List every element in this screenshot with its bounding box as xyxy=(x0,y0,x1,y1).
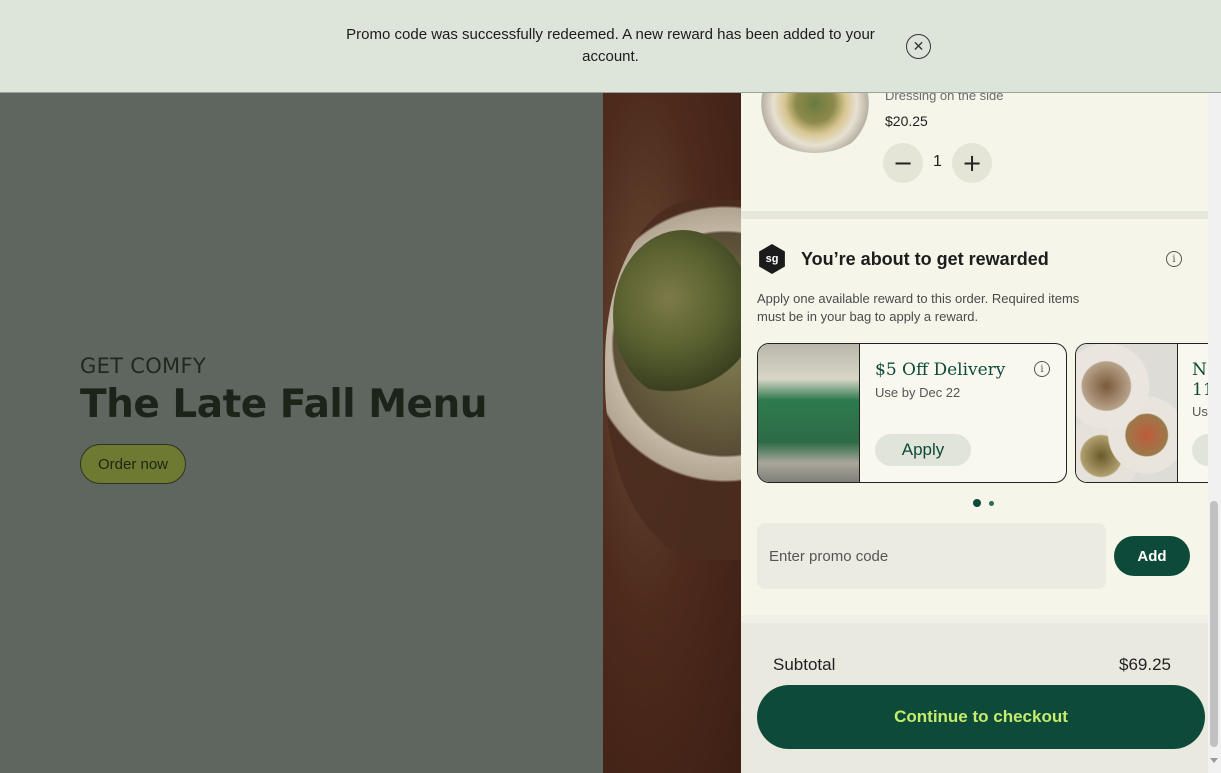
minus-icon: − xyxy=(892,149,914,177)
subtotal-value: $69.25 xyxy=(1119,655,1171,674)
apply-reward-button[interactable]: Apply xyxy=(875,434,971,466)
reward-card[interactable]: $5 Off Delivery Use by Dec 22 i Apply xyxy=(757,343,1067,483)
item-option: Dressing on the side xyxy=(885,93,1004,103)
bowls-image xyxy=(1076,344,1177,482)
item-price: $20.25 xyxy=(885,113,928,129)
scrollbar[interactable] xyxy=(1208,93,1221,773)
card-divider xyxy=(1177,344,1178,482)
hero-image xyxy=(603,0,743,773)
reward-card-expiry: Us xyxy=(1192,404,1208,419)
delivery-car-image xyxy=(758,344,859,482)
pagination-dot[interactable] xyxy=(989,500,994,506)
hero-headline: The Late Fall Menu xyxy=(80,382,488,427)
bowl-item-image xyxy=(757,93,873,153)
close-icon[interactable]: ✕ xyxy=(906,34,931,59)
salad-greens-image xyxy=(613,230,743,400)
cart-panel: Dressing on the side $20.25 − 1 + sg You… xyxy=(741,93,1208,773)
card-divider xyxy=(859,344,860,482)
reward-card-partial[interactable]: N11 Us xyxy=(1075,343,1208,483)
rewards-description: Apply one available reward to this order… xyxy=(757,291,1080,324)
reward-card-expiry: Use by Dec 22 xyxy=(875,385,961,400)
promo-code-input[interactable] xyxy=(757,523,1106,589)
subtotal-label: Subtotal xyxy=(773,655,836,674)
hero-eyebrow: GET COMFY xyxy=(80,354,206,378)
rewards-title: You’re about to get rewarded xyxy=(801,249,1049,269)
scrollbar-thumb[interactable] xyxy=(1210,501,1218,747)
continue-to-checkout-button[interactable]: Continue to checkout xyxy=(757,685,1205,749)
promo-success-banner: Promo code was successfully redeemed. A … xyxy=(0,0,1221,93)
reward-card-title: $5 Off Delivery xyxy=(875,360,1006,380)
scroll-down-icon[interactable] xyxy=(1210,758,1218,763)
apply-reward-button[interactable] xyxy=(1192,434,1208,466)
reward-card-title-line2: 11 xyxy=(1192,380,1208,400)
decrease-quantity-button[interactable]: − xyxy=(883,143,923,183)
reward-info-icon[interactable]: i xyxy=(1034,361,1050,377)
add-promo-button[interactable]: Add xyxy=(1114,536,1190,576)
reward-card-title: N11 xyxy=(1192,360,1208,400)
item-quantity: 1 xyxy=(933,153,942,170)
sg-logo-icon: sg xyxy=(759,244,785,274)
carousel-pagination xyxy=(973,499,994,507)
reward-card-title-line1: N xyxy=(1192,360,1207,380)
section-divider xyxy=(741,211,1208,219)
plus-icon: + xyxy=(961,149,983,177)
increase-quantity-button[interactable]: + xyxy=(952,143,992,183)
banner-message: Promo code was successfully redeemed. A … xyxy=(346,26,875,65)
hero-text: GET COMFY The Late Fall Menu xyxy=(80,354,488,427)
pagination-dot-active[interactable] xyxy=(973,499,981,507)
info-icon[interactable]: i xyxy=(1166,251,1182,267)
order-now-button[interactable]: Order now xyxy=(80,444,186,484)
